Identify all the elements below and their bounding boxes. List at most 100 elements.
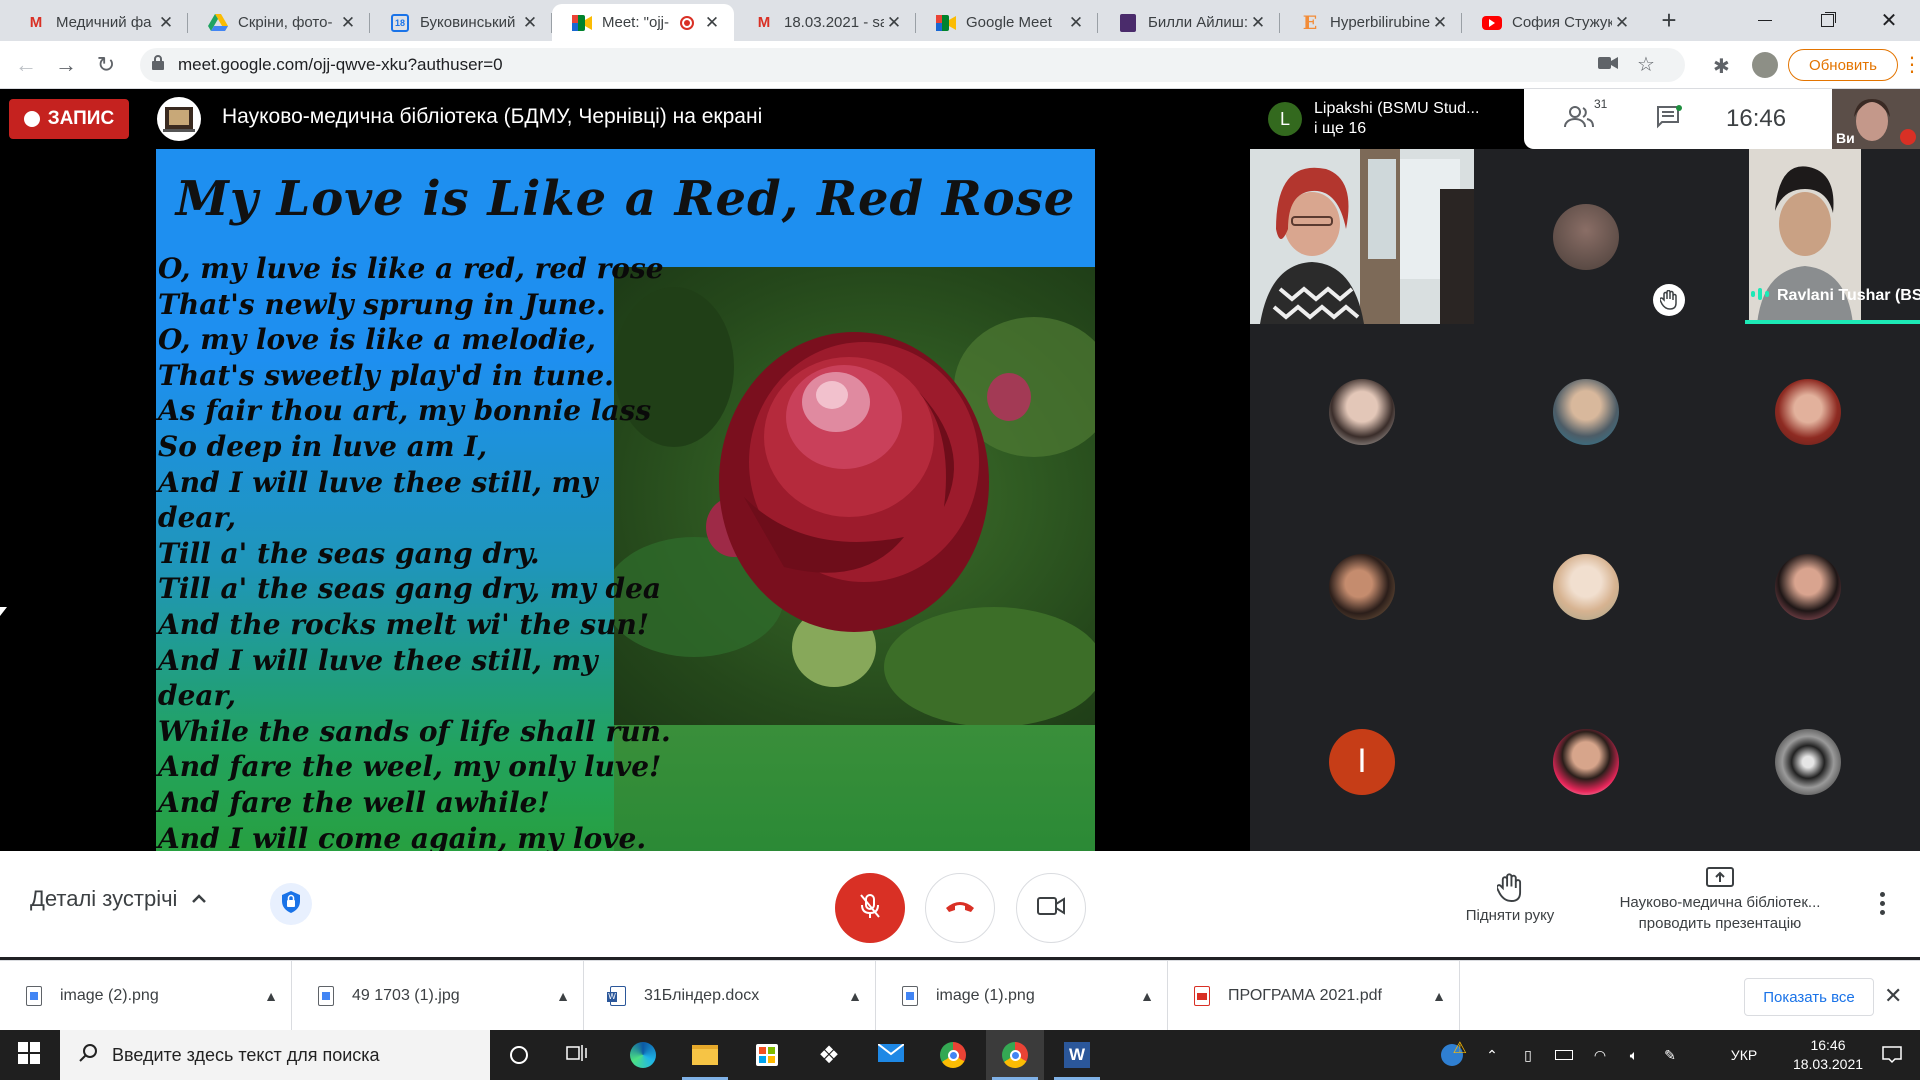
close-tab-icon[interactable]: ✕ [1612,13,1632,33]
close-tab-icon[interactable]: ✕ [884,13,904,33]
close-tab-icon[interactable]: ✕ [1430,13,1450,33]
participant-tile[interactable] [1474,324,1698,499]
taskbar-explorer[interactable] [676,1030,734,1080]
chevron-up-icon[interactable]: ▲ [543,988,583,1004]
more-menu-icon[interactable]: ⋮ [1902,52,1920,77]
participant-tile[interactable]: I [1250,674,1474,849]
close-tab-icon[interactable]: ✕ [1248,13,1268,33]
host-controls-button[interactable] [270,883,312,925]
tab-hyperbilirubin[interactable]: E Hyperbilirubine ✕ [1280,4,1462,41]
participant-tile[interactable] [1474,499,1698,674]
participant-tile-ravlani[interactable]: Ravlani Tushar (BS... [1695,149,1920,324]
notification-center-icon[interactable] [1872,1030,1912,1080]
new-tab-button[interactable]: + [1653,5,1685,37]
download-item[interactable]: ПРОГРАМА 2021.pdf ▲ [1168,961,1460,1031]
lock-icon[interactable] [152,55,164,75]
image-file-icon [902,986,918,1006]
self-view-tile[interactable]: Ви [1832,89,1920,149]
start-button[interactable] [0,1030,58,1080]
system-clock[interactable]: 16:46 18.03.2021 [1778,1036,1878,1074]
pen-icon[interactable]: ✎ [1656,1030,1684,1080]
tab-meet-active[interactable]: Meet: "ojj- ✕ [552,4,734,41]
close-tab-icon[interactable]: ✕ [520,13,540,33]
raised-hand-icon [1653,284,1685,316]
download-item[interactable]: 49 1703 (1).jpg ▲ [292,961,584,1031]
forward-button[interactable]: → [48,47,84,83]
image-file-icon [26,986,42,1006]
close-tab-icon[interactable]: ✕ [156,13,176,33]
taskbar-store[interactable] [738,1030,796,1080]
restore-button[interactable] [1796,0,1858,41]
chevron-up-icon[interactable]: ▲ [1127,988,1167,1004]
taskbar-chrome-active[interactable] [986,1030,1044,1080]
show-hidden-icons-chevron-icon[interactable]: ⌃ [1478,1030,1506,1080]
participant-tile[interactable] [1250,324,1474,499]
poem-line: That's sweetly play'd in tune. [158,358,614,392]
bookmark-star-icon[interactable]: ☆ [1637,52,1655,77]
close-shelf-icon[interactable]: ✕ [1884,983,1902,1009]
download-item[interactable]: W 31Бліндер.docx ▲ [584,961,876,1031]
update-chrome-button[interactable]: Обновить [1788,49,1898,81]
volume-icon[interactable]: 🔈︎ [1620,1030,1648,1080]
chevron-up-icon[interactable]: ▲ [251,988,291,1004]
wifi-icon[interactable]: ◠ [1586,1030,1614,1080]
download-item[interactable]: image (1).png ▲ [876,961,1168,1031]
chevron-up-icon[interactable]: ▲ [1419,988,1459,1004]
tab-gmail-2[interactable]: M 18.03.2021 - sa ✕ [734,4,916,41]
minimize-button[interactable] [1734,0,1796,41]
show-all-downloads-button[interactable]: Показать все [1744,978,1874,1016]
microphone-toggle-button[interactable] [835,873,905,943]
task-view-button[interactable] [548,1030,606,1080]
taskbar-edge[interactable] [614,1030,672,1080]
tab-drive[interactable]: Скріни, фото- ✕ [188,4,370,41]
close-window-button[interactable]: ✕ [1858,0,1920,41]
system-time: 16:46 [1810,1037,1846,1053]
taskbar-word[interactable]: W [1048,1030,1106,1080]
camera-toggle-button[interactable] [1016,873,1086,943]
close-tab-icon[interactable]: ✕ [338,13,358,33]
taskbar-mail[interactable] [862,1030,920,1080]
extensions-puzzle-icon[interactable]: ✱ [1713,54,1730,79]
tab-google-meet[interactable]: Google Meet ✕ [916,4,1098,41]
tab-youtube[interactable]: София Стужук ✕ [1462,4,1644,41]
taskbar-chrome[interactable] [924,1030,982,1080]
close-tab-icon[interactable]: ✕ [1066,13,1086,33]
chevron-up-icon[interactable]: ▲ [835,988,875,1004]
participant-tile[interactable] [1250,499,1474,674]
taskbar-dropbox[interactable]: ❖ [800,1030,858,1080]
reload-button[interactable]: ↻ [88,47,124,83]
meeting-details-button[interactable]: Деталі зустрічі [30,886,207,912]
weather-alert-icon[interactable]: ⚠ [1434,1030,1470,1080]
raise-hand-button[interactable]: Підняти руку [1450,873,1570,924]
participant-tile[interactable] [1696,499,1920,674]
chrome-icon [940,1042,966,1068]
google-meet-icon [572,13,592,33]
camera-in-use-icon[interactable] [1598,56,1618,75]
taskbar-search-box[interactable]: Введите здесь текст для поиска [60,1030,490,1080]
leave-call-button[interactable] [925,873,995,943]
more-options-icon[interactable] [1870,883,1894,923]
recording-badge[interactable]: ЗАПИС [9,99,129,139]
device-icon[interactable]: ▯ [1514,1030,1542,1080]
participant-tile[interactable] [1474,674,1698,849]
profile-avatar[interactable] [1752,52,1778,78]
participant-tile[interactable] [1696,324,1920,499]
google-drive-icon [208,13,228,33]
close-tab-icon[interactable]: ✕ [702,13,722,33]
participants-button[interactable]: 31 [1554,97,1607,139]
chat-button[interactable] [1644,99,1694,139]
active-speaker-chip[interactable]: L Lipakshi (BSMU Stud... і ще 16 [1268,95,1520,143]
download-item[interactable]: image (2).png ▲ [0,961,292,1031]
presenting-status-button[interactable]: Науково-медична бібліотек... проводить п… [1590,867,1850,934]
tab-billie[interactable]: Билли Айлиш: ✕ [1098,4,1280,41]
battery-icon[interactable] [1550,1030,1578,1080]
address-bar[interactable]: meet.google.com/ojj-qwve-xku?authuser=0 … [140,48,1685,82]
cortana-button[interactable] [490,1030,548,1080]
tab-gmail-1[interactable]: M Медичний фа ✕ [6,4,188,41]
tab-calendar[interactable]: 18 Буковинський ✕ [370,4,552,41]
back-button[interactable]: ← [8,47,44,83]
participant-tile-host-video[interactable] [1250,149,1474,324]
speaker-extra: і ще 16 [1314,120,1367,137]
language-indicator[interactable]: УКР [1720,1030,1768,1080]
participant-tile[interactable] [1696,674,1920,849]
